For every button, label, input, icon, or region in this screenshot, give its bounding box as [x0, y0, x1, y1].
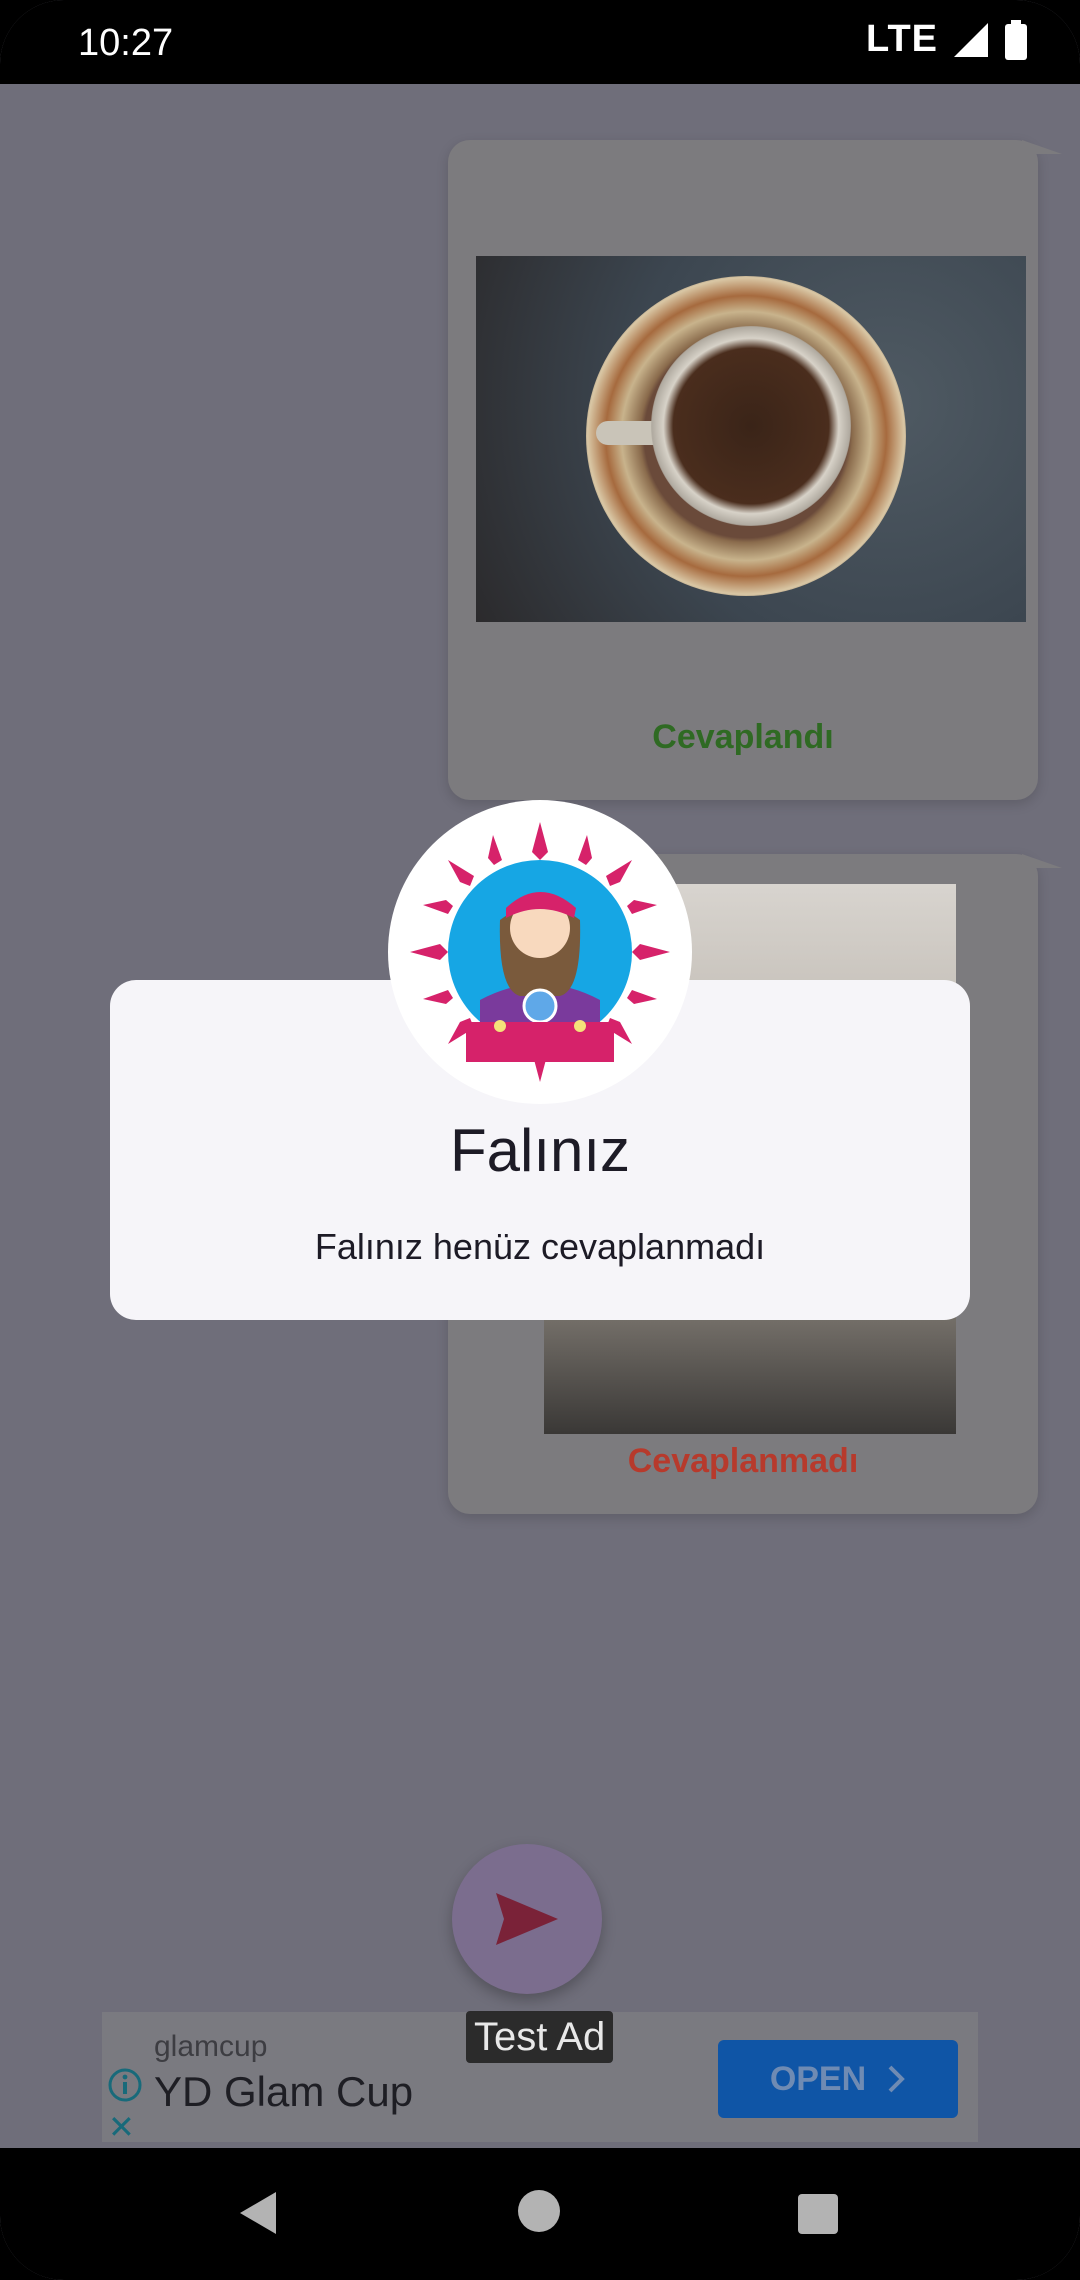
ad-open-button[interactable]: OPEN [718, 2040, 958, 2118]
test-ad-badge: Test Ad [466, 2011, 614, 2063]
bubble-tail [1022, 140, 1062, 154]
recents-icon[interactable] [798, 2194, 838, 2234]
fortune-card[interactable]: Cevaplandı [448, 140, 1062, 800]
signal-icon [954, 22, 988, 57]
fortune-status: Cevaplandı [652, 718, 834, 756]
send-fab-button[interactable] [452, 1844, 602, 1994]
fortune-teller-icon [388, 800, 692, 1104]
status-bar: 10:27 LTE [0, 0, 1080, 84]
status-icons: LTE [866, 18, 1028, 61]
navigation-bar [0, 2148, 1080, 2280]
ad-brand: glamcup [154, 2030, 268, 2063]
back-icon[interactable] [236, 2188, 280, 2238]
dialog-message: Falınız henüz cevaplanmadı [314, 1226, 766, 1267]
ad-title: YD Glam Cup [154, 2068, 414, 2115]
send-icon [496, 1893, 558, 1945]
ad-open-label: OPEN [769, 2059, 867, 2098]
info-icon[interactable] [106, 2066, 144, 2104]
dialog-title: Falınız [449, 1117, 631, 1184]
coffee-cup-photo [476, 256, 1026, 622]
screen: 10:27 LTE Cevaplandı Cevaplanmadı glamcu… [0, 0, 1080, 2280]
status-time: 10:27 [78, 22, 174, 64]
battery-icon [1005, 19, 1027, 60]
chevron-right-icon [888, 2065, 906, 2093]
network-type: LTE [866, 18, 938, 60]
bubble-tail [1022, 854, 1062, 868]
close-icon[interactable]: ✕ [108, 2108, 135, 2146]
home-icon[interactable] [518, 2190, 560, 2232]
fortune-status: Cevaplanmadı [627, 1442, 859, 1480]
